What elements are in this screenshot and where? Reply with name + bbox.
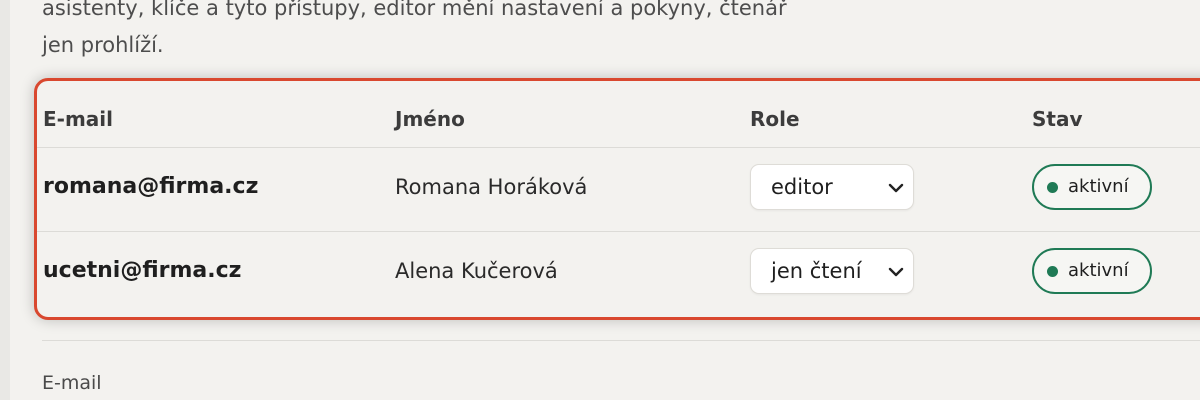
role-select[interactable]: editor	[750, 164, 914, 210]
section-divider	[42, 340, 1200, 341]
status-badge: aktivní	[1032, 164, 1152, 210]
table-row: ucetni@firma.cz Alena Kučerová jen čtení…	[37, 231, 1200, 315]
column-header-status: Stav	[1032, 107, 1083, 131]
status-dot-icon	[1047, 182, 1058, 193]
members-table: E-mail Jméno Role Stav romana@firma.cz R…	[34, 78, 1200, 320]
chevron-down-icon	[888, 267, 904, 277]
role-select-value: jen čtení	[771, 259, 862, 283]
email-field-label: E-mail	[42, 372, 102, 394]
column-header-name: Jméno	[395, 107, 465, 131]
intro-line-2: jen prohlíží.	[42, 33, 164, 57]
member-email: ucetni@firma.cz	[43, 258, 242, 283]
intro-text: asistenty, klíče a tyto přístupy, editor…	[42, 0, 902, 64]
role-select[interactable]: jen čtení	[750, 248, 914, 294]
member-name: Romana Horáková	[395, 175, 588, 199]
member-email: romana@firma.cz	[43, 174, 259, 199]
member-name: Alena Kučerová	[395, 259, 558, 283]
status-badge-label: aktivní	[1068, 176, 1129, 197]
column-header-email: E-mail	[43, 107, 114, 131]
chevron-down-icon	[888, 183, 904, 193]
role-select-value: editor	[771, 175, 833, 199]
table-row: romana@firma.cz Romana Horáková editor a…	[37, 147, 1200, 231]
status-badge-label: aktivní	[1068, 260, 1129, 281]
status-dot-icon	[1047, 266, 1058, 277]
intro-line-1: asistenty, klíče a tyto přístupy, editor…	[42, 0, 787, 20]
column-header-role: Role	[750, 107, 800, 131]
status-badge: aktivní	[1032, 248, 1152, 294]
